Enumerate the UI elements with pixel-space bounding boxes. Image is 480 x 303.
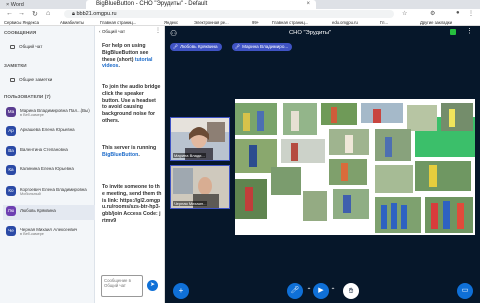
messages-section-title: СООБЩЕНИЯ (4, 30, 37, 35)
bookmarks-bar: Сервисы Яндекса Авиабилеты Главная стран… (0, 19, 480, 26)
send-icon: ➤ (149, 282, 156, 288)
users-section-title: ПОЛЬЗОВАТЕЛИ (7) (4, 94, 51, 99)
chat-message: For help on using BigBlueButton see thes… (102, 43, 153, 70)
bookmark-item[interactable]: Другие закладки (420, 20, 452, 25)
bookmark-item[interactable]: Гл... (380, 20, 388, 25)
webcam-tile[interactable]: Марина Влади... (170, 117, 230, 161)
microphone-icon: 🎤︎ (173, 44, 179, 49)
home-icon[interactable]: ⌂ (46, 10, 50, 17)
reload-icon[interactable]: ↻ (32, 10, 38, 18)
chat-options-icon[interactable]: ⋮ (155, 27, 161, 34)
avatar: Ко (6, 186, 16, 196)
raise-hand-button[interactable]: ✋︎ (343, 283, 359, 299)
back-arrow-icon[interactable]: ← (6, 10, 13, 17)
video-button[interactable]: ▶ (313, 283, 329, 299)
avatar: Че (6, 226, 16, 236)
avatar: Ва (6, 146, 16, 156)
avatar: Ма (6, 107, 16, 117)
microphone-icon: 🎤︎ (235, 44, 241, 49)
meeting-title: СНО "Эрудиты" (289, 30, 332, 36)
bookmark-item[interactable]: Главная страниц... (272, 20, 308, 25)
connection-status-icon[interactable] (450, 29, 456, 35)
webcam-tile[interactable]: Черная Михаил... (170, 165, 230, 209)
avatar: Лю (6, 206, 16, 216)
message-input[interactable]: Сообщение в Общий чат (101, 275, 143, 297)
address-row: ← → ↻ ⌂ 🔒︎ bbb21.omgpu.ru ☆ ⚙ ● ⋮ (0, 9, 480, 19)
user-list-item[interactable]: Ма Марина Владимировна Пал...(Вы) в Веб-… (3, 106, 95, 121)
bookmark-item[interactable]: Сервисы Яндекса (4, 20, 39, 25)
menu-icon[interactable]: ⋮ (468, 10, 474, 17)
user-list-panel: СООБЩЕНИЯ Общий чат ЗАМЕТКИ Общие заметк… (0, 26, 95, 303)
chat-header[interactable]: ‹ Общий чат (99, 29, 125, 34)
tab-word[interactable]: × Word (6, 2, 24, 8)
bookmark-item[interactable]: Яндекс (164, 20, 178, 25)
webcam-label: Черная Михаил... (173, 201, 208, 206)
presentation-slide[interactable] (235, 99, 475, 235)
chat-icon (10, 44, 15, 49)
user-list-item[interactable]: Ко Коргоевич Елена Владимировна Мобильны… (3, 185, 95, 200)
notes-icon (10, 77, 15, 82)
user-list-item[interactable]: Лю Любовь Кряквина (3, 205, 95, 220)
talking-indicator: 🎤︎ Марина Владимиро... (232, 43, 293, 51)
video-options-icon[interactable]: ⌃ (329, 285, 337, 297)
chat-message: This server is running BigBlueButton. (102, 145, 157, 158)
profile-icon[interactable]: ● (456, 10, 460, 16)
public-chat-item[interactable]: Общий чат (10, 44, 42, 49)
more-options-icon[interactable]: ⋮ (466, 27, 473, 35)
video-icon: ▶ (318, 287, 324, 294)
microphone-button[interactable]: 🎤︎ (287, 283, 303, 299)
slide-photo-collage (235, 99, 475, 235)
extensions-icon[interactable]: ⚙ (430, 10, 435, 17)
microphone-icon: 🎤︎ (290, 287, 300, 294)
bookmark-item[interactable]: Авиабилеты (60, 20, 84, 25)
close-icon[interactable]: × (306, 0, 310, 9)
webcam-label: Марина Влади... (173, 153, 206, 158)
tab-close-icon[interactable]: × (6, 2, 9, 8)
tab-active[interactable]: BigBlueButton - СНО "Эрудиты" - Default … (86, 0, 316, 9)
raise-hand-icon: ✋︎ (348, 286, 354, 295)
star-icon[interactable]: ☆ (402, 10, 407, 17)
address-bar[interactable]: 🔒︎ bbb21.omgpu.ru (64, 10, 394, 18)
user-list-item[interactable]: Ва Валентина Степановна (3, 145, 95, 160)
presentation-icon: ▭ (461, 287, 469, 294)
meeting-area: ⚇ СНО "Эрудиты" ⋮ 🎤︎ Любовь Кряквина 🎤︎ Ма… (165, 26, 480, 303)
plus-icon: + (178, 286, 184, 295)
talking-indicator: 🎤︎ Любовь Кряквина (170, 43, 222, 51)
user-list-item[interactable]: Че Черная Михаил Алексеевич в Веб-камере (3, 225, 95, 240)
meeting-topbar: ⚇ СНО "Эрудиты" ⋮ (165, 26, 480, 42)
audio-options-icon[interactable]: ⌃ (305, 285, 313, 297)
actions-button[interactable]: + (173, 283, 189, 299)
chat-message: To invite someone to the meeting, send t… (102, 184, 162, 224)
action-bar: + 🎤︎ ⌃ ▶ ⌃ ✋︎ ▭ (165, 278, 480, 303)
presentation-button[interactable]: ▭ (457, 283, 473, 299)
chat-panel: ‹ Общий чат ⋮ For help on using BigBlueB… (95, 26, 165, 303)
bookmark-item[interactable]: Главная страниц... (100, 20, 136, 25)
bbb-link[interactable]: BigBlueButton (102, 152, 138, 158)
send-button[interactable]: ➤ (147, 280, 158, 291)
avatar: Ка (6, 165, 16, 175)
forward-arrow-icon[interactable]: → (18, 10, 25, 17)
notes-section-title: ЗАМЕТКИ (4, 63, 27, 68)
bookmark-item[interactable]: edu.omgpu.ru (332, 20, 358, 25)
bookmark-item[interactable]: 99+ (252, 20, 259, 25)
user-list-item[interactable]: Ар Аркашева Елена Юрьевна (3, 125, 95, 140)
browser-chrome: × Word BigBlueButton - СНО "Эрудиты" - D… (0, 0, 480, 26)
user-list-item[interactable]: Ка Калинина Елена Юрьевна (3, 164, 95, 179)
bookmark-item[interactable]: Электронная ре... (194, 20, 229, 25)
shared-notes-item[interactable]: Общие заметки (10, 77, 52, 82)
tab-strip: × Word BigBlueButton - СНО "Эрудиты" - D… (0, 0, 480, 9)
users-toggle-icon[interactable]: ⚇ (170, 29, 177, 38)
avatar: Ар (6, 126, 16, 136)
chat-message: To join the audio bridge click the speak… (102, 84, 161, 124)
